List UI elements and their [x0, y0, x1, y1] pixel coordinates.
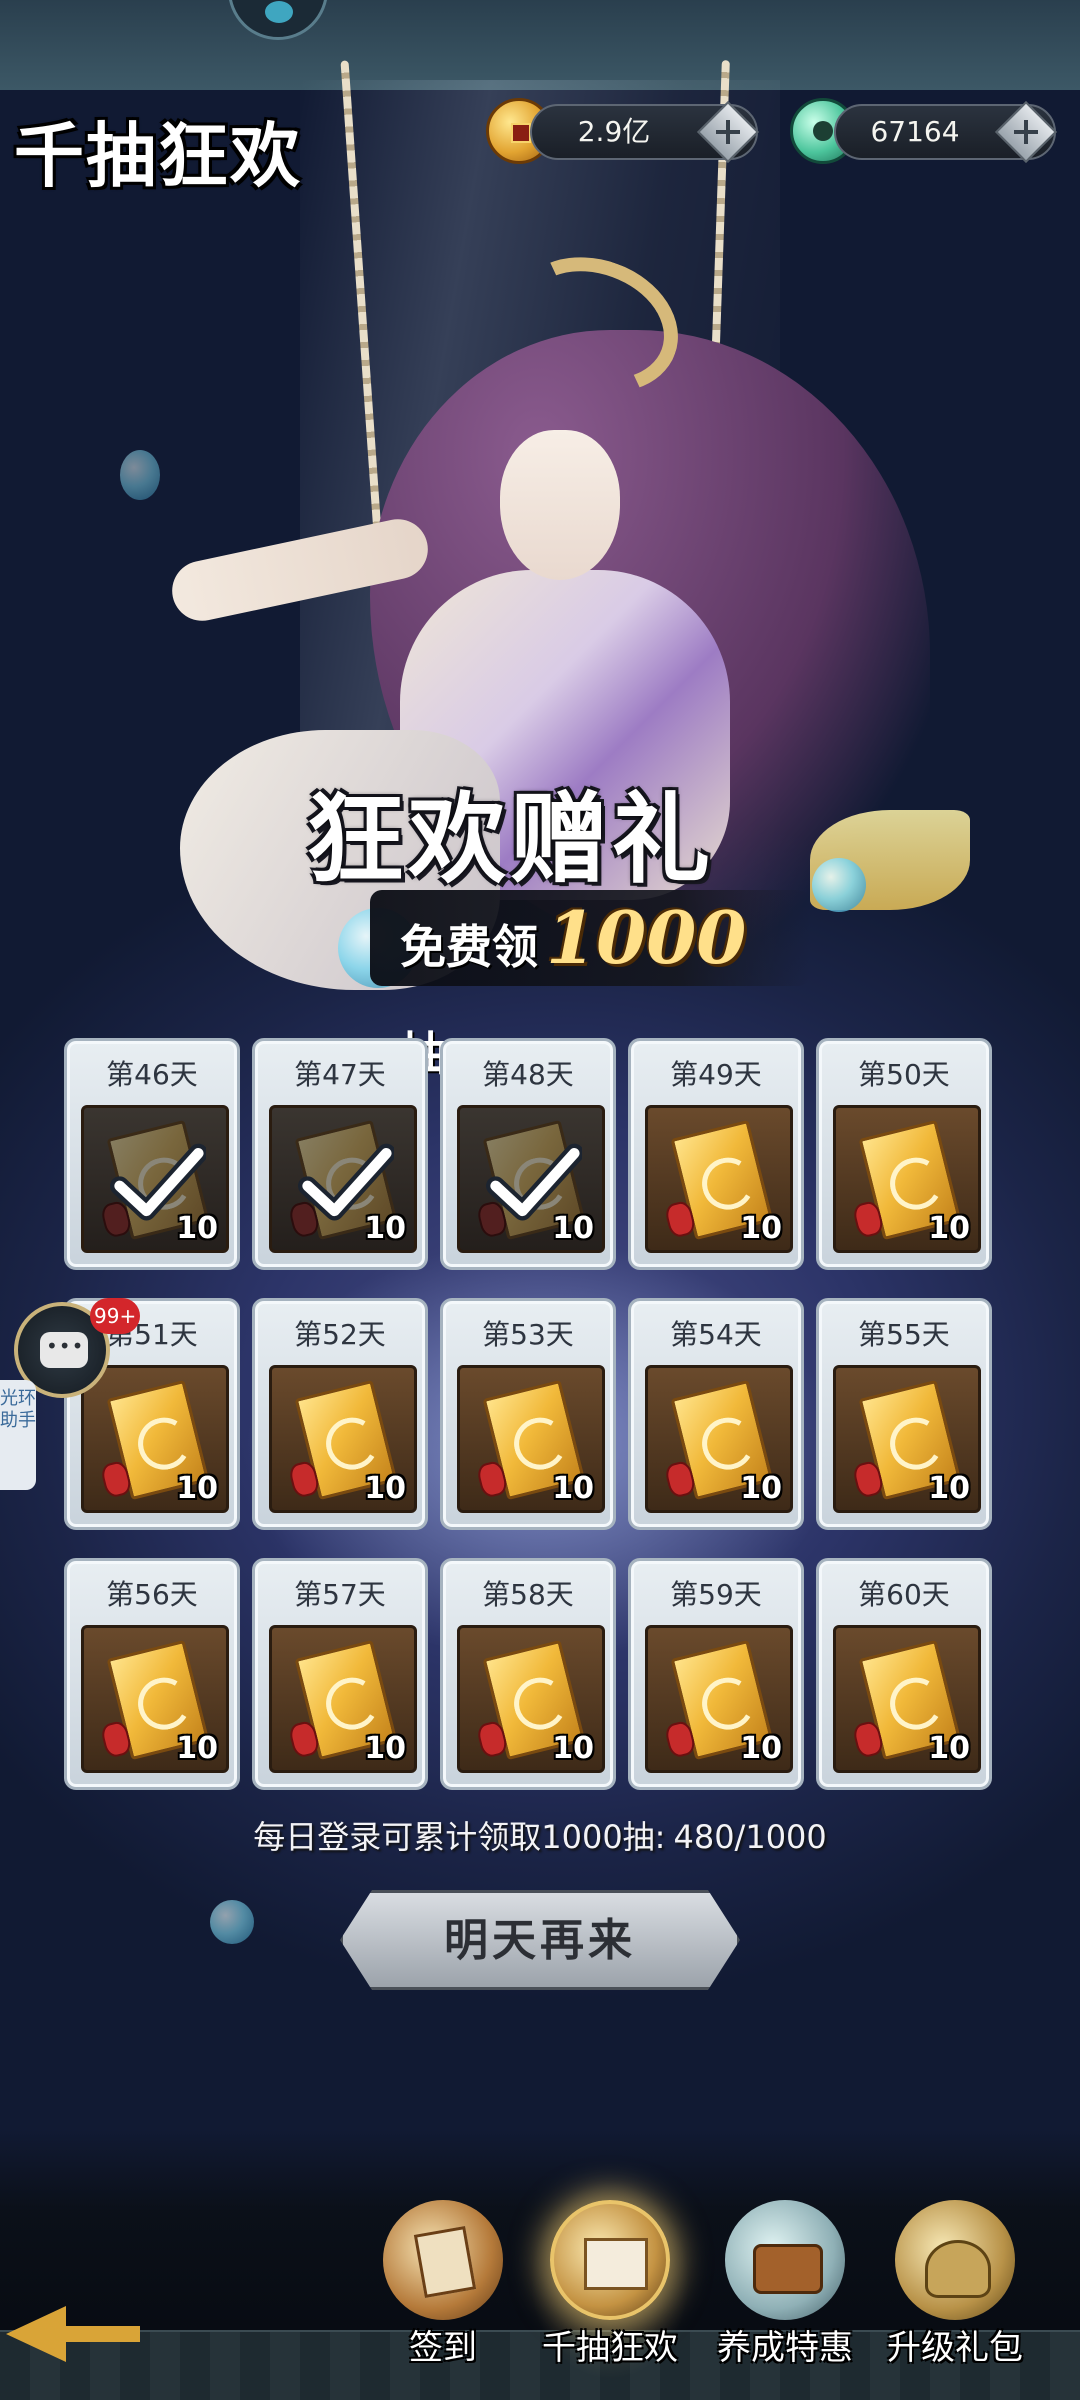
reward-quantity: 10 — [176, 1731, 218, 1766]
day-reward-card[interactable]: 第58天 10 — [440, 1558, 616, 1790]
reward-slot: 10 — [645, 1105, 793, 1253]
currency-jade-amount: 67164 — [870, 115, 960, 148]
reward-slot: 10 — [645, 1365, 793, 1513]
day-reward-card[interactable]: 第55天 10 — [816, 1298, 992, 1530]
back-arrow-icon — [6, 2306, 66, 2362]
promo-subtitle: 免费领1000抽 — [370, 890, 810, 1081]
reward-slot: 10 — [833, 1365, 981, 1513]
nav-tab-upgrade-pack[interactable]: 升级礼包 — [880, 2200, 1030, 2400]
day-label: 第50天 — [858, 1058, 950, 1091]
reward-slot: 10 — [833, 1105, 981, 1253]
day-label: 第57天 — [294, 1578, 386, 1611]
reward-quantity: 10 — [364, 1471, 406, 1506]
bubble-icon — [210, 1900, 254, 1944]
reward-slot: 10 — [645, 1625, 793, 1773]
day-reward-card[interactable]: 第57天 10 — [252, 1558, 428, 1790]
nav-tab-growth-deal[interactable]: 养成特惠 — [710, 2200, 860, 2400]
checkin-icon — [383, 2200, 503, 2320]
lottery-icon — [550, 2200, 670, 2320]
back-button[interactable] — [0, 2290, 140, 2370]
reward-slot: 10 — [833, 1625, 981, 1773]
reward-quantity: 10 — [740, 1471, 782, 1506]
nav-tab-label: 升级礼包 — [887, 2328, 1023, 2368]
promo-subtitle-prefix: 免费领 — [400, 920, 538, 974]
promo-title: 狂欢赠礼 — [305, 782, 714, 897]
day-label: 第55天 — [858, 1318, 950, 1351]
reward-quantity: 10 — [552, 1731, 594, 1766]
day-label: 第58天 — [482, 1578, 574, 1611]
chat-bubble-icon — [40, 1332, 88, 1368]
day-reward-card[interactable]: 第59天 10 — [628, 1558, 804, 1790]
day-reward-card[interactable]: 第46天 10 — [64, 1038, 240, 1270]
reward-quantity: 10 — [176, 1211, 218, 1246]
upgrade-pack-icon — [895, 2200, 1015, 2320]
promo-banner: 狂欢赠礼 免费领1000抽 — [210, 760, 810, 1081]
nav-tab-lottery[interactable]: 千抽狂欢 — [535, 2200, 685, 2400]
growth-deal-icon — [725, 2200, 845, 2320]
day-label: 第52天 — [294, 1318, 386, 1351]
day-reward-card[interactable]: 第60天 10 — [816, 1558, 992, 1790]
day-reward-card[interactable]: 第53天 10 — [440, 1298, 616, 1530]
reward-quantity: 10 — [364, 1731, 406, 1766]
day-reward-card[interactable]: 第54天 10 — [628, 1298, 804, 1530]
nav-tab-checkin[interactable]: 签到 — [368, 2200, 518, 2400]
day-reward-card[interactable]: 第47天 10 — [252, 1038, 428, 1270]
reward-quantity: 10 — [740, 1731, 782, 1766]
top-banner-strip — [0, 0, 1080, 90]
character-face — [500, 430, 620, 580]
notification-badge: 99+ — [90, 1298, 141, 1334]
bubble-icon — [120, 450, 160, 500]
day-reward-card[interactable]: 第48天 10 — [440, 1038, 616, 1270]
reward-slot: 10 — [269, 1625, 417, 1773]
reward-slot: 10 — [457, 1105, 605, 1253]
reward-slot: 10 — [269, 1365, 417, 1513]
day-label: 第56天 — [106, 1578, 198, 1611]
currency-gold-amount: 2.9亿 — [577, 115, 651, 148]
day-label: 第48天 — [482, 1058, 574, 1091]
login-progress-label: 每日登录可累计领取1000抽: — [253, 1818, 666, 1856]
reward-slot: 10 — [457, 1625, 605, 1773]
day-label: 第54天 — [670, 1318, 762, 1351]
login-progress-value: 480/1000 — [673, 1818, 827, 1856]
reward-quantity: 10 — [928, 1211, 970, 1246]
currency-gold: 2.9亿 — [530, 100, 760, 164]
reward-quantity: 10 — [176, 1471, 218, 1506]
day-label: 第47天 — [294, 1058, 386, 1091]
day-label: 第59天 — [670, 1578, 762, 1611]
promo-subtitle-amount: 1000 — [546, 895, 747, 980]
day-label: 第49天 — [670, 1058, 762, 1091]
day-label: 第53天 — [482, 1318, 574, 1351]
bubble-icon — [812, 858, 866, 912]
reward-slot: 10 — [269, 1105, 417, 1253]
reward-slot: 10 — [81, 1625, 229, 1773]
nav-tab-label: 千抽狂欢 — [542, 2328, 678, 2368]
nav-tab-label: 养成特惠 — [717, 2328, 853, 2368]
page-title: 千抽狂欢 — [14, 114, 302, 197]
day-label: 第60天 — [858, 1578, 950, 1611]
come-back-tomorrow-label: 明天再来 — [444, 1915, 636, 1966]
day-reward-card[interactable]: 第56天 10 — [64, 1558, 240, 1790]
day-reward-card[interactable]: 第50天 10 — [816, 1038, 992, 1270]
reward-slot: 10 — [81, 1365, 229, 1513]
currency-jade: 67164 — [834, 100, 1058, 164]
reward-quantity: 10 — [552, 1211, 594, 1246]
assistant-side-tab[interactable]: 光环助手 — [0, 1380, 36, 1490]
reward-quantity: 10 — [364, 1211, 406, 1246]
reward-slot: 10 — [457, 1365, 605, 1513]
reward-slot: 10 — [81, 1105, 229, 1253]
day-label: 第46天 — [106, 1058, 198, 1091]
reward-quantity: 10 — [552, 1471, 594, 1506]
reward-quantity: 10 — [928, 1731, 970, 1766]
day-reward-card[interactable]: 第49天 10 — [628, 1038, 804, 1270]
nav-tab-label: 签到 — [409, 2328, 477, 2368]
reward-quantity: 10 — [740, 1211, 782, 1246]
back-arrow-shaft — [60, 2326, 140, 2342]
reward-quantity: 10 — [928, 1471, 970, 1506]
day-reward-card[interactable]: 第52天 10 — [252, 1298, 428, 1530]
login-progress: 每日登录可累计领取1000抽: 480/1000 — [0, 1812, 1080, 1858]
come-back-tomorrow-button[interactable]: 明天再来 — [340, 1890, 740, 1990]
